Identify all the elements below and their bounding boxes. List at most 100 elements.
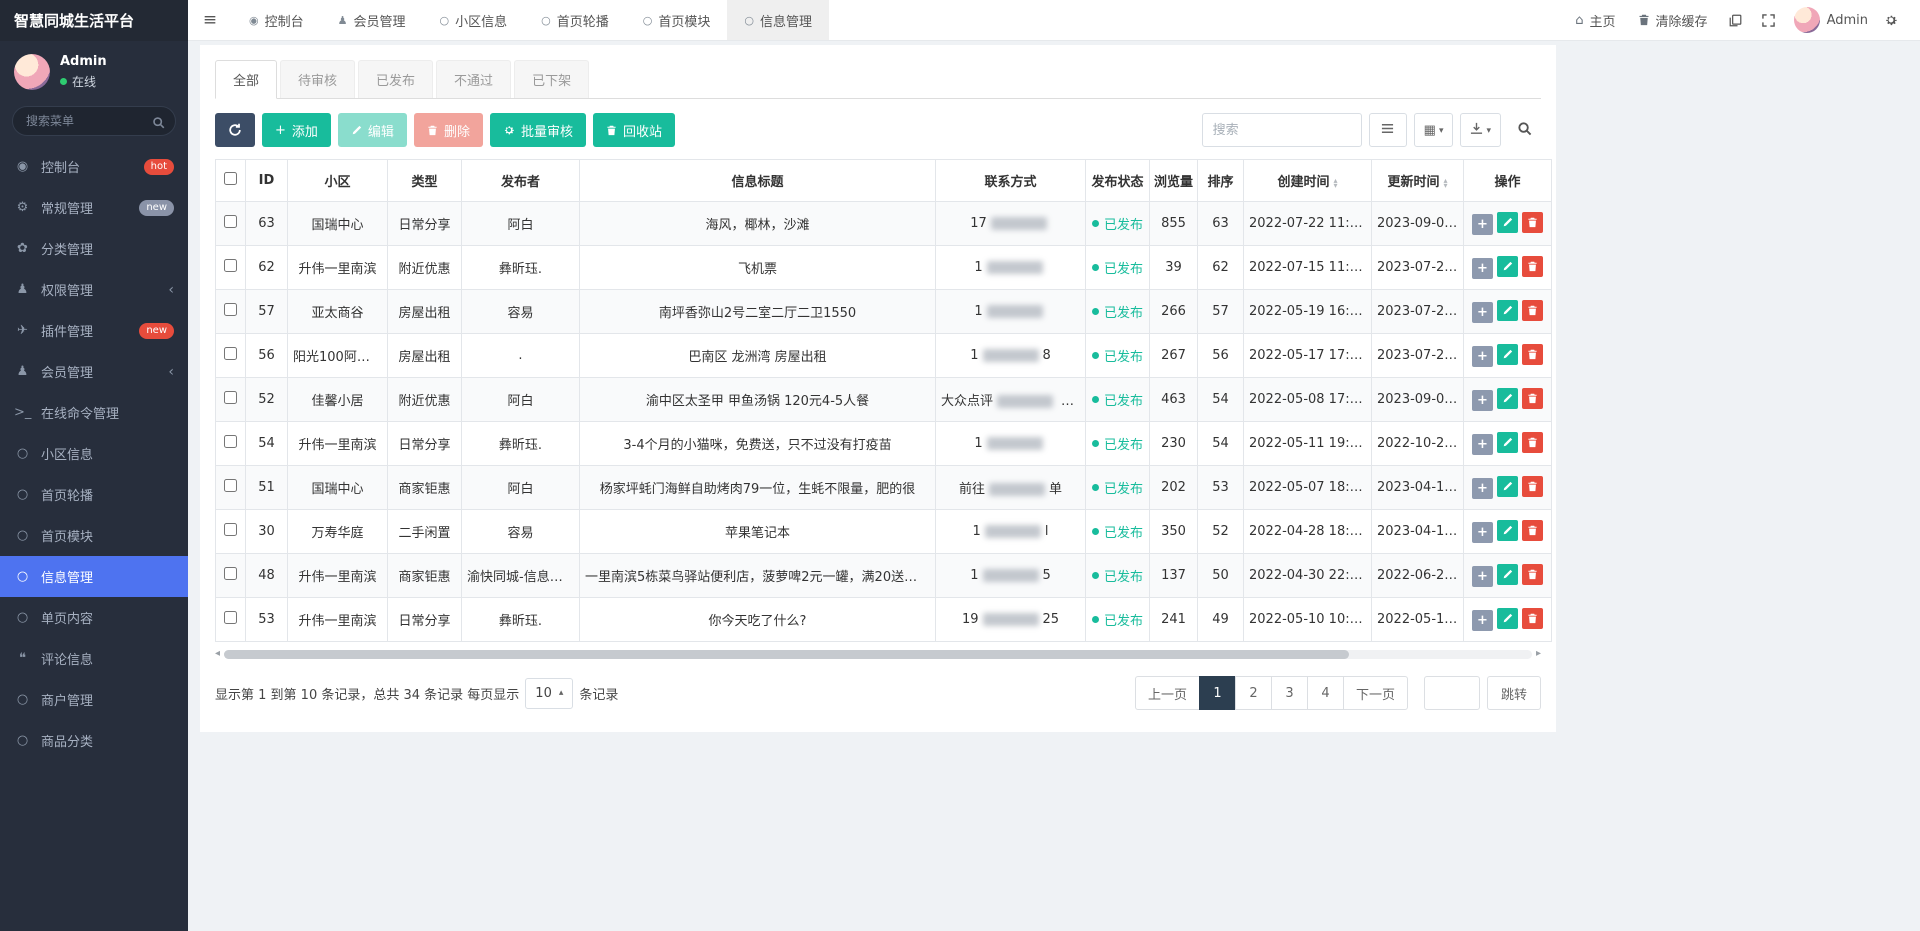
sidebar-item-控制台[interactable]: ◉控制台hot (0, 146, 188, 187)
page-button-2[interactable]: 2 (1235, 676, 1272, 710)
row-delete-button[interactable] (1522, 520, 1543, 541)
sidebar-item-小区信息[interactable]: ○小区信息 (0, 433, 188, 474)
row-checkbox[interactable] (224, 215, 237, 228)
batch-audit-button[interactable]: 批量审核 (490, 113, 586, 147)
table-row[interactable]: 54升伟一里南滨日常分享彝昕珏.3-4个月的小猫咪，免费送，只不过没有打疫苗1已… (216, 422, 1552, 466)
table-row[interactable]: 56阳光100阿尔勒房屋出租.巴南区 龙洲湾 房屋出租18已发布26756202… (216, 334, 1552, 378)
clear-cache-link[interactable]: 清除缓存 (1627, 0, 1719, 40)
row-edit-button[interactable] (1497, 564, 1518, 585)
row-more-button[interactable]: + (1472, 478, 1493, 499)
sidebar-item-商户管理[interactable]: ○商户管理 (0, 679, 188, 720)
topnav-tab-首页模块[interactable]: ○首页模块 (626, 0, 728, 40)
sidebar-item-信息管理[interactable]: ○信息管理 (0, 556, 188, 597)
scrollbar-thumb[interactable] (224, 650, 1349, 659)
sidebar-item-分类管理[interactable]: ✿分类管理 (0, 228, 188, 269)
sidebar-item-权限管理[interactable]: ♟权限管理‹ (0, 269, 188, 310)
row-more-button[interactable]: + (1472, 258, 1493, 279)
row-more-button[interactable]: + (1472, 302, 1493, 323)
gear-icon[interactable] (1874, 0, 1908, 40)
fullscreen-icon[interactable] (1752, 0, 1785, 40)
user-avatar[interactable] (14, 54, 50, 90)
column-header-created[interactable]: 创建时间▴▾ (1244, 160, 1372, 202)
scroll-left-icon[interactable]: ◂ (215, 649, 220, 659)
table-row[interactable]: 52佳馨小居附近优惠阿白渝中区太圣甲 甲鱼汤锅 120元4-5人餐大众点评甲甲已… (216, 378, 1552, 422)
add-button[interactable]: + 添加 (262, 113, 331, 147)
edit-button[interactable]: 编辑 (338, 113, 407, 147)
table-row[interactable]: 53升伟一里南滨日常分享彝昕珏.你今天吃了什么?1925已发布241492022… (216, 598, 1552, 642)
prev-page-button[interactable]: 上一页 (1135, 676, 1200, 710)
row-edit-button[interactable] (1497, 520, 1518, 541)
navbar-avatar[interactable] (1794, 7, 1820, 33)
jump-button[interactable]: 跳转 (1487, 676, 1541, 710)
row-edit-button[interactable] (1497, 608, 1518, 629)
row-more-button[interactable]: + (1472, 566, 1493, 587)
sidebar-item-首页轮播[interactable]: ○首页轮播 (0, 474, 188, 515)
row-delete-button[interactable] (1522, 300, 1543, 321)
jump-page-input[interactable] (1424, 676, 1480, 710)
sidebar-item-会员管理[interactable]: ♟会员管理‹ (0, 351, 188, 392)
filter-tab-待审核[interactable]: 待审核 (280, 60, 355, 98)
home-link[interactable]: ⌂ 主页 (1564, 0, 1626, 40)
scrollbar-track[interactable] (224, 650, 1532, 659)
row-delete-button[interactable] (1522, 212, 1543, 233)
filter-tab-已发布[interactable]: 已发布 (358, 60, 433, 98)
scroll-right-icon[interactable]: ▸ (1536, 649, 1541, 659)
select-all-checkbox[interactable] (224, 172, 237, 185)
row-delete-button[interactable] (1522, 432, 1543, 453)
column-header-updated[interactable]: 更新时间▴▾ (1372, 160, 1464, 202)
page-size-select[interactable]: 10 ▴ (525, 678, 573, 709)
row-checkbox[interactable] (224, 303, 237, 316)
row-more-button[interactable]: + (1472, 390, 1493, 411)
page-button-1[interactable]: 1 (1199, 676, 1236, 710)
sidebar-item-评论信息[interactable]: ❝评论信息 (0, 638, 188, 679)
refresh-button[interactable] (215, 113, 255, 147)
delete-button[interactable]: 删除 (414, 113, 483, 147)
sidebar-item-插件管理[interactable]: ✈插件管理new (0, 310, 188, 351)
columns-button[interactable]: ▦ ▾ (1414, 113, 1454, 147)
row-edit-button[interactable] (1497, 388, 1518, 409)
table-row[interactable]: 51国瑞中心商家钜惠阿白杨家坪蚝门海鲜自助烤肉79一位，生蚝不限量，肥的很前往单… (216, 466, 1552, 510)
row-more-button[interactable]: + (1472, 610, 1493, 631)
row-delete-button[interactable] (1522, 476, 1543, 497)
row-checkbox[interactable] (224, 479, 237, 492)
next-page-button[interactable]: 下一页 (1343, 676, 1408, 710)
row-checkbox[interactable] (224, 523, 237, 536)
row-checkbox[interactable] (224, 259, 237, 272)
topnav-tab-控制台[interactable]: ◉控制台 (232, 0, 321, 40)
table-row[interactable]: 57亚太商谷房屋出租容易南坪香弥山2号二室二厅二卫15501已发布2665720… (216, 290, 1552, 334)
row-more-button[interactable]: + (1472, 434, 1493, 455)
row-edit-button[interactable] (1497, 256, 1518, 277)
sidebar-item-商品分类[interactable]: ○商品分类 (0, 720, 188, 761)
table-row[interactable]: 30万寿华庭二手闲置容易苹果笔记本1l已发布350522022-04-28 18… (216, 510, 1552, 554)
page-button-3[interactable]: 3 (1271, 676, 1308, 710)
sidebar-item-单页内容[interactable]: ○单页内容 (0, 597, 188, 638)
row-edit-button[interactable] (1497, 344, 1518, 365)
recycle-button[interactable]: 回收站 (593, 113, 675, 147)
sidebar-item-在线命令管理[interactable]: >_在线命令管理 (0, 392, 188, 433)
page-button-4[interactable]: 4 (1307, 676, 1344, 710)
row-checkbox[interactable] (224, 347, 237, 360)
row-delete-button[interactable] (1522, 608, 1543, 629)
filter-tab-已下架[interactable]: 已下架 (514, 60, 589, 98)
row-checkbox[interactable] (224, 435, 237, 448)
export-button[interactable]: ▾ (1460, 113, 1501, 147)
hamburger-icon[interactable]: ≡ (188, 0, 232, 40)
row-edit-button[interactable] (1497, 212, 1518, 233)
topnav-tab-首页轮播[interactable]: ○首页轮播 (524, 0, 626, 40)
row-edit-button[interactable] (1497, 432, 1518, 453)
row-checkbox[interactable] (224, 567, 237, 580)
filter-tab-不通过[interactable]: 不通过 (436, 60, 511, 98)
topnav-tab-信息管理[interactable]: ○信息管理 (727, 0, 829, 40)
row-more-button[interactable]: + (1472, 522, 1493, 543)
sidebar-item-首页模块[interactable]: ○首页模块 (0, 515, 188, 556)
filter-tab-全部[interactable]: 全部 (215, 60, 277, 99)
row-delete-button[interactable] (1522, 344, 1543, 365)
row-checkbox[interactable] (224, 391, 237, 404)
table-row[interactable]: 62升伟一里南滨附近优惠彝昕珏.飞机票1已发布39622022-07-15 11… (216, 246, 1552, 290)
row-edit-button[interactable] (1497, 476, 1518, 497)
topnav-tab-小区信息[interactable]: ○小区信息 (423, 0, 525, 40)
table-row[interactable]: 48升伟一里南滨商家钜惠渝快同城-信息推广一里南滨5栋菜鸟驿站便利店，菠萝啤2元… (216, 554, 1552, 598)
docs-icon[interactable] (1719, 0, 1752, 40)
row-more-button[interactable]: + (1472, 214, 1493, 235)
table-search-input[interactable] (1202, 113, 1362, 147)
